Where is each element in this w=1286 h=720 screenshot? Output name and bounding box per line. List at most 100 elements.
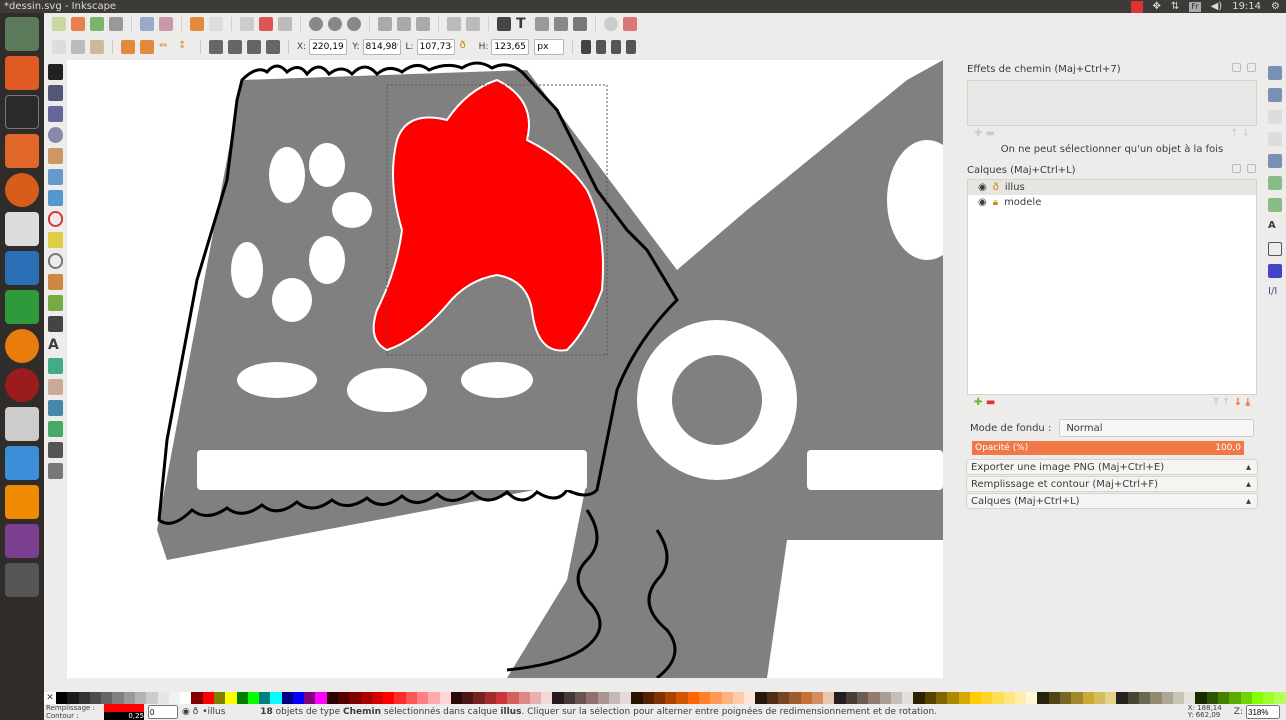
color-swatch[interactable] (924, 692, 936, 704)
style-swatch[interactable]: 0,25 (104, 704, 144, 720)
color-swatch[interactable] (800, 692, 812, 704)
color-swatch[interactable] (1229, 692, 1241, 704)
width-input[interactable] (416, 39, 455, 55)
calligraphy-tool-icon[interactable] (48, 316, 63, 332)
color-swatch[interactable] (360, 692, 372, 704)
cut-icon[interactable] (259, 17, 273, 31)
blend-mode-select[interactable]: Normal (1059, 419, 1254, 437)
color-swatch[interactable] (67, 692, 79, 704)
import-icon[interactable] (140, 17, 154, 31)
color-swatch[interactable] (1116, 692, 1128, 704)
color-swatch[interactable] (101, 692, 113, 704)
dropper-tool-icon[interactable] (48, 442, 63, 458)
duplicate-icon[interactable] (378, 17, 392, 31)
color-swatch[interactable] (112, 692, 124, 704)
color-swatch[interactable] (1003, 692, 1015, 704)
dash-home-icon[interactable] (5, 17, 39, 51)
move-patterns-icon[interactable] (626, 40, 637, 54)
color-swatch[interactable] (1172, 692, 1185, 704)
rotate-cw-icon[interactable] (140, 40, 154, 54)
color-swatch[interactable] (1026, 692, 1038, 704)
eye-icon[interactable]: ◉ (978, 197, 987, 208)
color-swatch[interactable] (428, 692, 440, 704)
color-swatch[interactable] (202, 692, 214, 704)
color-swatch[interactable] (1127, 692, 1139, 704)
color-swatch[interactable] (608, 692, 621, 704)
color-swatch[interactable] (1139, 692, 1151, 704)
color-swatch[interactable] (123, 692, 135, 704)
snap-text-icon[interactable]: A (1268, 220, 1282, 234)
color-swatch[interactable] (732, 692, 745, 704)
color-swatch[interactable] (1093, 692, 1106, 704)
add-layer-icon[interactable]: ✚ (974, 397, 982, 408)
files-icon[interactable] (5, 134, 39, 168)
color-palette[interactable]: ✕ (44, 692, 1286, 704)
tweak-tool-icon[interactable] (48, 106, 63, 122)
color-swatch[interactable] (529, 692, 542, 704)
color-swatch[interactable] (755, 692, 767, 704)
iconify-button[interactable] (1232, 164, 1241, 173)
color-swatch[interactable] (744, 692, 756, 704)
move-effect-icons[interactable]: ↑ ↓ (1230, 128, 1250, 142)
spray-tool-icon[interactable] (48, 358, 63, 374)
lock-ratio-icon[interactable]: ð (460, 40, 474, 54)
color-swatch[interactable] (958, 692, 970, 704)
color-swatch[interactable] (495, 692, 508, 704)
copy-icon[interactable] (240, 17, 254, 31)
layers-icon[interactable] (535, 17, 549, 31)
clock[interactable]: 19:14 (1232, 0, 1261, 13)
current-layer-select[interactable]: •illus (202, 707, 260, 717)
snap-page-icon[interactable] (1268, 242, 1282, 256)
undo-icon[interactable] (190, 17, 204, 31)
snap-guides-icon[interactable]: I/I (1268, 286, 1282, 300)
snap-bbox-icon[interactable] (1268, 88, 1282, 102)
measure-tool-icon[interactable] (48, 148, 63, 164)
color-swatch[interactable] (1060, 692, 1072, 704)
export-icon[interactable] (159, 17, 173, 31)
record-indicator-icon[interactable] (1130, 0, 1143, 13)
color-swatch[interactable] (766, 692, 778, 704)
color-swatch[interactable] (1105, 692, 1117, 704)
color-swatch[interactable] (834, 692, 846, 704)
export-png-expander[interactable]: Exporter une image PNG (Maj+Ctrl+E) ▴ (966, 459, 1258, 475)
layers-expander[interactable]: Calques (Maj+Ctrl+L) ▴ (966, 493, 1258, 509)
gradient-tool-icon[interactable] (48, 421, 63, 437)
snap-paths-icon[interactable] (1268, 176, 1282, 190)
redo-icon[interactable] (209, 17, 223, 31)
connector-tool-icon[interactable] (48, 463, 63, 479)
deselect-icon[interactable] (90, 40, 104, 54)
clone-icon[interactable] (397, 17, 411, 31)
firefox-icon[interactable] (5, 173, 39, 207)
flip-vertical-icon[interactable]: ↕ (178, 40, 192, 54)
color-swatch[interactable] (89, 692, 102, 704)
writer-icon[interactable] (5, 251, 39, 285)
color-swatch[interactable] (236, 692, 248, 704)
stroke-swatch[interactable]: 0,25 (104, 712, 144, 720)
color-swatch[interactable] (180, 692, 192, 704)
color-swatch[interactable] (225, 692, 237, 704)
add-effect-icon[interactable]: ✚ ▬ (974, 128, 995, 142)
color-swatch[interactable] (699, 692, 711, 704)
color-swatch[interactable] (270, 692, 282, 704)
color-swatch[interactable] (913, 692, 925, 704)
color-swatch[interactable] (56, 692, 68, 704)
color-swatch[interactable] (665, 692, 677, 704)
color-swatch[interactable] (823, 692, 835, 704)
remove-layer-icon[interactable]: ▬ (986, 397, 995, 408)
fill-stroke-icon[interactable] (497, 17, 511, 31)
select-all-icon[interactable] (52, 40, 66, 54)
raise-top-layer-icon[interactable]: ⤒ (1214, 397, 1218, 408)
dropbox-icon[interactable]: ✥ (1153, 0, 1161, 13)
align-distribute-icon[interactable] (573, 17, 587, 31)
open-icon[interactable] (71, 17, 85, 31)
iconify-button[interactable] (1232, 63, 1241, 72)
color-swatch[interactable] (947, 692, 959, 704)
color-swatch[interactable] (620, 692, 632, 704)
dropbox-launcher-icon[interactable] (5, 446, 39, 480)
color-swatch[interactable] (191, 692, 203, 704)
ungroup-icon[interactable] (466, 17, 480, 31)
drawing-canvas[interactable] (67, 60, 943, 678)
text-font-icon[interactable]: T (516, 17, 530, 31)
snap-grid-icon[interactable] (1268, 264, 1282, 278)
layer-row[interactable]: ◉ ð illus (968, 180, 1256, 195)
